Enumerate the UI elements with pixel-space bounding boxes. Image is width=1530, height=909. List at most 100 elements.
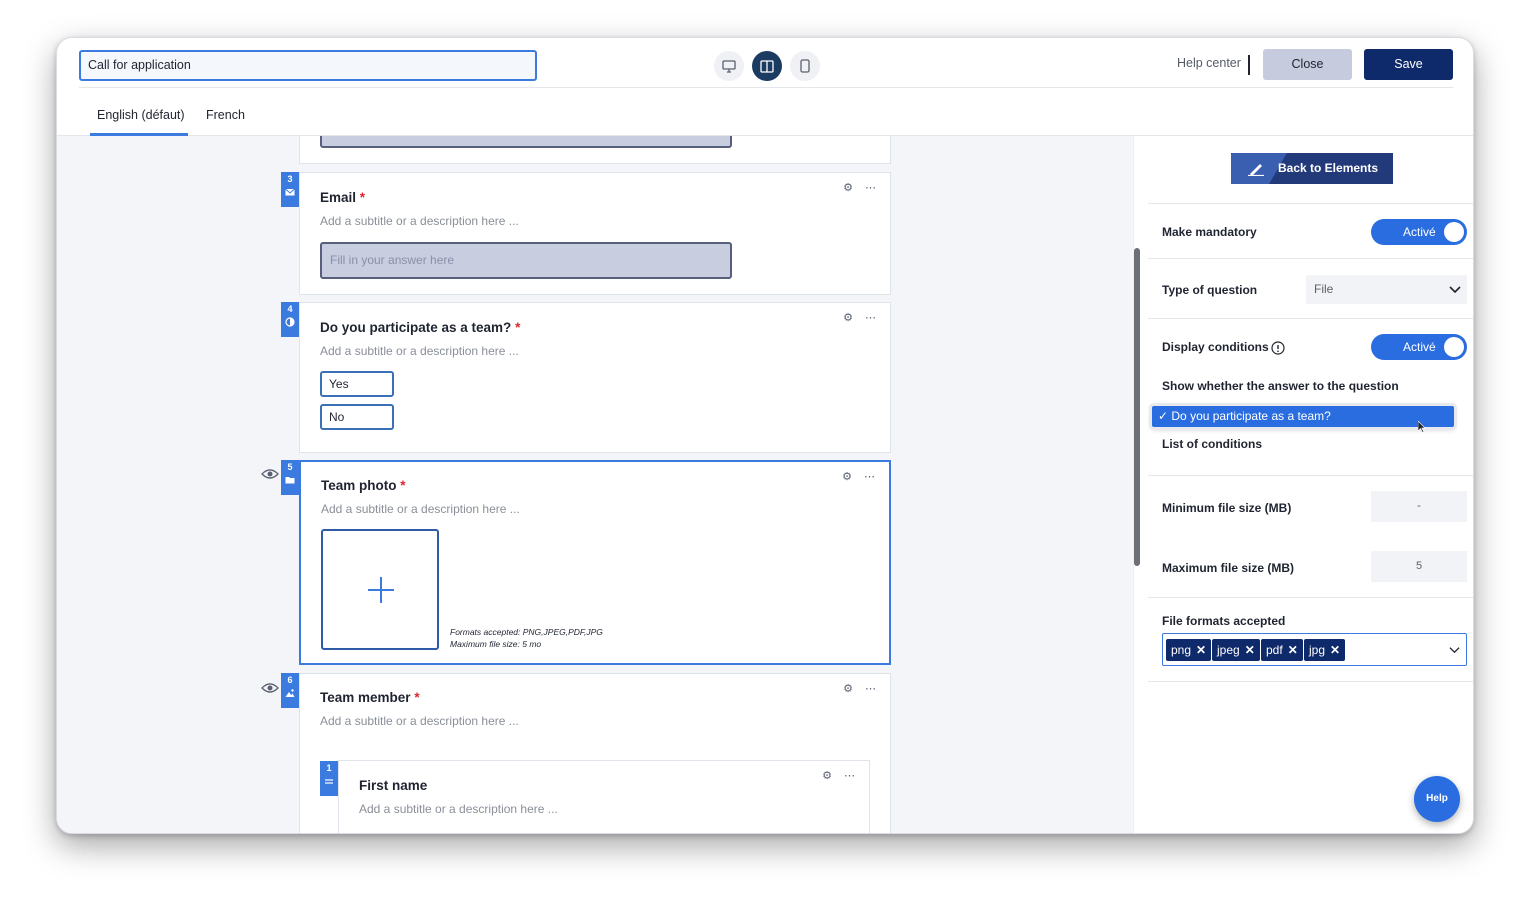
max-file-size-input[interactable]: 5 [1371, 551, 1467, 582]
chevron-down-icon [1449, 286, 1461, 294]
help-button[interactable]: Help [1414, 776, 1460, 822]
question-card-previous[interactable] [299, 136, 891, 164]
remove-icon[interactable]: ✕ [1245, 643, 1255, 657]
language-tabs: English (défaut) French [57, 96, 1473, 136]
question-title[interactable]: Team photo * [321, 478, 406, 493]
type-of-question-row: Type of question File [1148, 258, 1473, 318]
display-conditions-toggle[interactable]: Activé [1371, 334, 1467, 360]
split-view-icon [760, 59, 774, 73]
condition-question-option[interactable]: ✓ Do you participate as a team? [1152, 406, 1454, 427]
sub-question-title[interactable]: First name [359, 778, 427, 793]
format-tag-png: png ✕ [1166, 639, 1212, 661]
more-icon[interactable]: ⋯ [865, 311, 876, 324]
make-mandatory-toggle[interactable]: Activé [1371, 219, 1467, 245]
remove-icon[interactable]: ✕ [1330, 643, 1340, 657]
question-subtitle[interactable]: Add a subtitle or a description here ... [320, 214, 519, 228]
format-tag-jpeg: jpeg ✕ [1212, 639, 1260, 661]
question-number-5: 5 [281, 460, 299, 495]
question-tools: ⚙ ⋯ [843, 181, 876, 194]
type-of-question-label: Type of question [1162, 283, 1258, 297]
option-yes[interactable]: Yes [320, 371, 394, 397]
show-whether-label: Show whether the answer to the question [1162, 379, 1399, 393]
split-view-button[interactable] [752, 51, 782, 81]
more-icon[interactable]: ⋯ [844, 769, 855, 782]
panel-scrollbar[interactable] [1134, 248, 1140, 566]
format-tag-jpg: jpg ✕ [1304, 639, 1346, 661]
more-icon[interactable]: ⋯ [865, 682, 876, 695]
save-button[interactable]: Save [1364, 49, 1453, 80]
gear-icon[interactable]: ⚙ [843, 682, 853, 695]
settings-panel: Back to Elements Make mandatory Activé T… [1133, 136, 1473, 833]
text-lines-icon [325, 779, 333, 784]
envelope-icon [285, 188, 295, 196]
min-file-size-row: Minimum file size (MB) - [1148, 475, 1473, 537]
question-tools: ⚙ ⋯ [843, 311, 876, 324]
gear-icon[interactable]: ⚙ [843, 181, 853, 194]
tab-english[interactable]: English (défaut) [97, 108, 185, 122]
sub-question-number-1: 1 [320, 761, 338, 796]
tab-french[interactable]: French [206, 108, 245, 122]
make-mandatory-row: Make mandatory Activé [1148, 203, 1473, 258]
gear-icon[interactable]: ⚙ [822, 769, 832, 782]
form-title-input[interactable]: Call for application [79, 50, 537, 81]
question-card-email[interactable]: ⚙ ⋯ Email * Add a subtitle or a descript… [299, 172, 891, 295]
eye-icon[interactable] [261, 468, 279, 480]
back-to-elements-button[interactable]: Back to Elements [1231, 153, 1393, 184]
question-subtitle[interactable]: Add a subtitle or a description here ... [320, 344, 519, 358]
file-upload-dropzone[interactable] [321, 529, 439, 650]
chevron-down-icon[interactable] [1449, 644, 1460, 655]
more-icon[interactable]: ⋯ [865, 181, 876, 194]
divider [1248, 55, 1250, 75]
desktop-view-button[interactable] [714, 51, 744, 81]
remove-icon[interactable]: ✕ [1288, 643, 1298, 657]
top-bar: Call for application Help center Close S… [57, 38, 1473, 90]
question-number-3: 3 [281, 172, 299, 207]
option-no[interactable]: No [320, 404, 394, 430]
mouse-cursor-icon [1418, 421, 1426, 433]
min-file-size-input[interactable]: - [1371, 491, 1467, 522]
question-title[interactable]: Do you participate as a team? * [320, 320, 520, 335]
header-divider [79, 87, 1453, 88]
folder-icon [285, 477, 295, 484]
question-tools: ⚙ ⋯ [842, 470, 875, 483]
question-card-team-photo[interactable]: ⚙ ⋯ Team photo * Add a subtitle or a des… [299, 460, 891, 665]
question-tools: ⚙ ⋯ [843, 682, 876, 695]
remove-icon[interactable]: ✕ [1196, 643, 1206, 657]
question-subtitle[interactable]: Add a subtitle or a description here ... [320, 714, 519, 728]
sub-question-card-first-name[interactable]: ⚙ ⋯ First name Add a subtitle or a descr… [338, 760, 870, 833]
max-file-size-row: Maximum file size (MB) 5 [1148, 537, 1473, 597]
file-formats-multiselect[interactable]: png ✕ jpeg ✕ pdf ✕ jpg ✕ [1162, 633, 1467, 666]
info-icon[interactable] [1271, 341, 1285, 355]
question-card-team-member[interactable]: ⚙ ⋯ Team member * Add a subtitle or a de… [299, 673, 891, 833]
form-canvas: 3 ⚙ ⋯ Email * Add a subtitle or a descri… [57, 136, 1133, 833]
close-button[interactable]: Close [1263, 49, 1352, 80]
list-of-conditions-label: List of conditions [1162, 437, 1262, 451]
email-answer-field[interactable]: Fill in your answer here [320, 242, 732, 279]
eye-icon[interactable] [261, 682, 279, 694]
make-mandatory-label: Make mandatory [1162, 225, 1257, 239]
question-number-4: 4 [281, 302, 299, 337]
display-conditions-row: Display conditions Activé Show whether t… [1148, 318, 1473, 475]
more-icon[interactable]: ⋯ [864, 470, 875, 483]
form-editor-window: Call for application Help center Close S… [56, 37, 1474, 834]
min-file-size-label: Minimum file size (MB) [1162, 501, 1292, 515]
answer-field-previous [320, 136, 732, 148]
question-card-team[interactable]: ⚙ ⋯ Do you participate as a team? * Add … [299, 302, 891, 453]
question-title[interactable]: Team member * [320, 690, 420, 705]
question-subtitle[interactable]: Add a subtitle or a description here ... [321, 502, 520, 516]
file-format-info: Formats accepted: PNG,JPEG,PDF,JPG Maxim… [450, 627, 603, 649]
format-tag-pdf: pdf ✕ [1261, 639, 1303, 661]
max-file-size-label: Maximum file size (MB) [1162, 561, 1295, 575]
mobile-icon [800, 59, 810, 73]
question-number-6: 6 [281, 673, 299, 708]
gear-icon[interactable]: ⚙ [843, 311, 853, 324]
type-of-question-select[interactable]: File [1306, 275, 1467, 304]
desktop-icon [722, 59, 736, 73]
sub-question-subtitle[interactable]: Add a subtitle or a description here ... [359, 802, 558, 816]
help-center-link[interactable]: Help center [1177, 56, 1241, 70]
question-tools: ⚙ ⋯ [822, 769, 855, 782]
question-title[interactable]: Email * [320, 190, 365, 205]
mobile-view-button[interactable] [790, 51, 820, 81]
edit-icon [1248, 164, 1264, 176]
gear-icon[interactable]: ⚙ [842, 470, 852, 483]
